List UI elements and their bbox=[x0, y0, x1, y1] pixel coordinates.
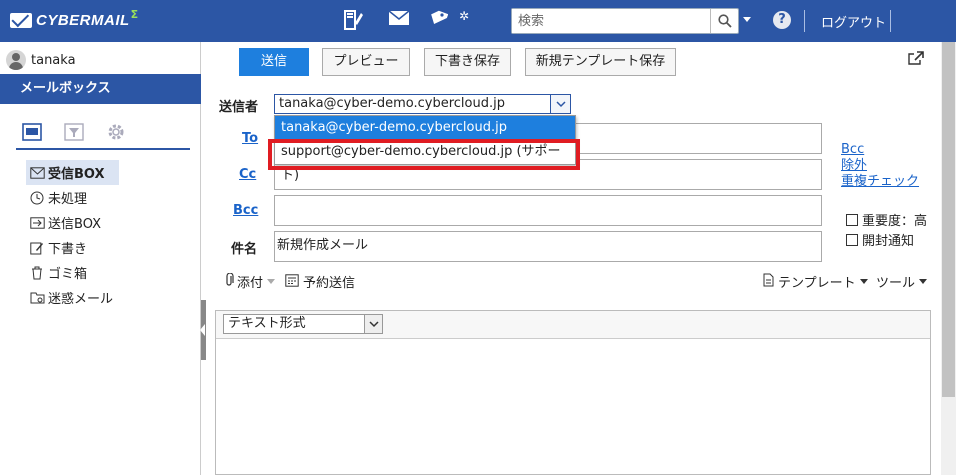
sender-option[interactable]: tanaka@cyber-demo.cybercloud.jp bbox=[275, 116, 575, 140]
user-info[interactable]: tanaka bbox=[6, 50, 76, 70]
exclude-link[interactable]: 除外 bbox=[841, 158, 919, 174]
sender-select[interactable]: tanaka@cyber-demo.cybercloud.jp bbox=[274, 94, 571, 114]
sender-label: 送信者 bbox=[219, 100, 259, 115]
search-box bbox=[511, 8, 739, 34]
scrollbar-thumb[interactable] bbox=[942, 42, 955, 397]
trash-icon bbox=[29, 265, 45, 281]
mailbox-icon[interactable] bbox=[20, 120, 44, 144]
folder-label: ゴミ箱 bbox=[48, 267, 88, 282]
chevron-down-icon[interactable] bbox=[364, 315, 382, 333]
send-button[interactable]: 送信 bbox=[239, 48, 309, 76]
logout-link[interactable]: ログアウト bbox=[821, 12, 886, 31]
sidebar: tanaka メールボックス 受信BOX 未処理 送信BOX 下書き ゴミ箱 迷… bbox=[0, 42, 201, 475]
sidebar-tabs bbox=[16, 120, 190, 150]
settings-icon[interactable]: ✲ bbox=[459, 5, 469, 27]
folder-label: 送信BOX bbox=[48, 217, 101, 232]
address-book-icon[interactable] bbox=[342, 9, 364, 37]
folder-label: 未処理 bbox=[48, 192, 88, 207]
folder-outbox[interactable]: 送信BOX bbox=[26, 210, 119, 235]
format-select[interactable]: テキスト形式 bbox=[223, 314, 383, 334]
logo-text: CYBERMAIL bbox=[36, 11, 130, 29]
subject-value[interactable]: 新規作成メール bbox=[277, 234, 368, 253]
message-editor: テキスト形式 bbox=[215, 310, 931, 475]
bcc-field[interactable] bbox=[274, 195, 822, 226]
logo-sigma: Σ bbox=[130, 7, 139, 21]
read-receipt-option[interactable]: 開封通知 bbox=[846, 230, 914, 249]
sidebar-collapse-handle[interactable] bbox=[200, 300, 206, 360]
format-value: テキスト形式 bbox=[228, 316, 306, 331]
bcc-label[interactable]: Bcc bbox=[233, 203, 258, 218]
search-input[interactable] bbox=[512, 9, 708, 33]
calendar-icon bbox=[285, 273, 299, 291]
outbox-icon bbox=[29, 215, 45, 231]
importance-label: 重要度：高 bbox=[862, 214, 928, 229]
read-receipt-label: 開封通知 bbox=[862, 234, 915, 249]
logo-mail-icon bbox=[10, 12, 32, 28]
sender-value: tanaka@cyber-demo.cybercloud.jp bbox=[279, 96, 505, 111]
highlight-box bbox=[268, 139, 580, 170]
mailbox-header: メールボックス bbox=[0, 74, 201, 104]
subject-label: 件名 bbox=[231, 242, 258, 257]
top-bar: CYBERMAIL Σ ✲ ? ログアウト bbox=[0, 0, 956, 42]
compose-panel: 送信 プレビュー 下書き保存 新規テンプレート保存 送信者 tanaka@cyb… bbox=[207, 42, 956, 475]
folder-spam[interactable]: 迷惑メール bbox=[26, 285, 119, 310]
scheduled-send-label: 予約送信 bbox=[303, 276, 356, 291]
folder-inbox[interactable]: 受信BOX bbox=[26, 160, 120, 185]
mail-icon[interactable] bbox=[388, 9, 410, 33]
scrollbar[interactable] bbox=[941, 42, 956, 475]
divider bbox=[804, 10, 805, 32]
help-icon[interactable]: ? bbox=[773, 11, 791, 29]
chevron-down-icon bbox=[919, 279, 928, 284]
divider bbox=[890, 10, 891, 32]
tools-label: ツール bbox=[876, 276, 916, 291]
attach-label: 添付 bbox=[237, 276, 264, 291]
folder-label: 下書き bbox=[48, 242, 88, 257]
to-label[interactable]: To bbox=[242, 131, 258, 146]
cc-label[interactable]: Cc bbox=[239, 167, 256, 182]
inbox-icon bbox=[29, 165, 45, 181]
duplicate-check-link[interactable]: 重複チェック bbox=[841, 174, 919, 190]
logo[interactable]: CYBERMAIL Σ bbox=[10, 7, 139, 30]
gear-icon[interactable] bbox=[104, 120, 128, 144]
paperclip-icon bbox=[225, 271, 234, 291]
spam-icon bbox=[29, 290, 45, 306]
template-menu[interactable]: テンプレート bbox=[763, 272, 868, 291]
read-receipt-checkbox[interactable] bbox=[846, 233, 858, 246]
avatar bbox=[6, 50, 26, 70]
popout-icon[interactable] bbox=[908, 51, 924, 65]
tag-icon[interactable] bbox=[428, 9, 449, 35]
save-template-button[interactable]: 新規テンプレート保存 bbox=[525, 48, 676, 76]
chevron-down-icon[interactable] bbox=[550, 95, 570, 113]
document-icon bbox=[763, 273, 774, 291]
username: tanaka bbox=[31, 52, 76, 68]
attach-button[interactable]: 添付 bbox=[225, 271, 276, 291]
draft-icon bbox=[29, 240, 45, 256]
folder-trash[interactable]: ゴミ箱 bbox=[26, 260, 119, 285]
chevron-down-icon bbox=[859, 279, 868, 284]
folder-pending[interactable]: 未処理 bbox=[26, 185, 119, 210]
chevron-down-icon bbox=[267, 279, 276, 284]
scheduled-send-button[interactable]: 予約送信 bbox=[285, 272, 355, 291]
preview-button[interactable]: プレビュー bbox=[322, 48, 410, 76]
importance-checkbox[interactable] bbox=[846, 213, 858, 226]
folder-list: 受信BOX 未処理 送信BOX 下書き ゴミ箱 迷惑メール bbox=[26, 160, 120, 310]
search-icon[interactable] bbox=[710, 9, 738, 33]
filter-icon[interactable] bbox=[62, 120, 86, 144]
folder-label: 迷惑メール bbox=[48, 292, 114, 307]
bcc-link[interactable]: Bcc bbox=[841, 142, 919, 158]
folder-drafts[interactable]: 下書き bbox=[26, 235, 119, 260]
message-body[interactable] bbox=[216, 339, 930, 474]
folder-label: 受信BOX bbox=[48, 167, 105, 182]
template-label: テンプレート bbox=[778, 276, 856, 291]
save-draft-button[interactable]: 下書き保存 bbox=[424, 48, 511, 76]
tools-menu[interactable]: ツール bbox=[876, 272, 928, 291]
editor-toolbar: テキスト形式 bbox=[216, 311, 930, 339]
recipient-links: Bcc 除外 重複チェック bbox=[841, 142, 919, 190]
clock-icon bbox=[29, 190, 45, 206]
chevron-down-icon[interactable] bbox=[743, 17, 751, 22]
importance-option[interactable]: 重要度：高 bbox=[846, 210, 927, 229]
